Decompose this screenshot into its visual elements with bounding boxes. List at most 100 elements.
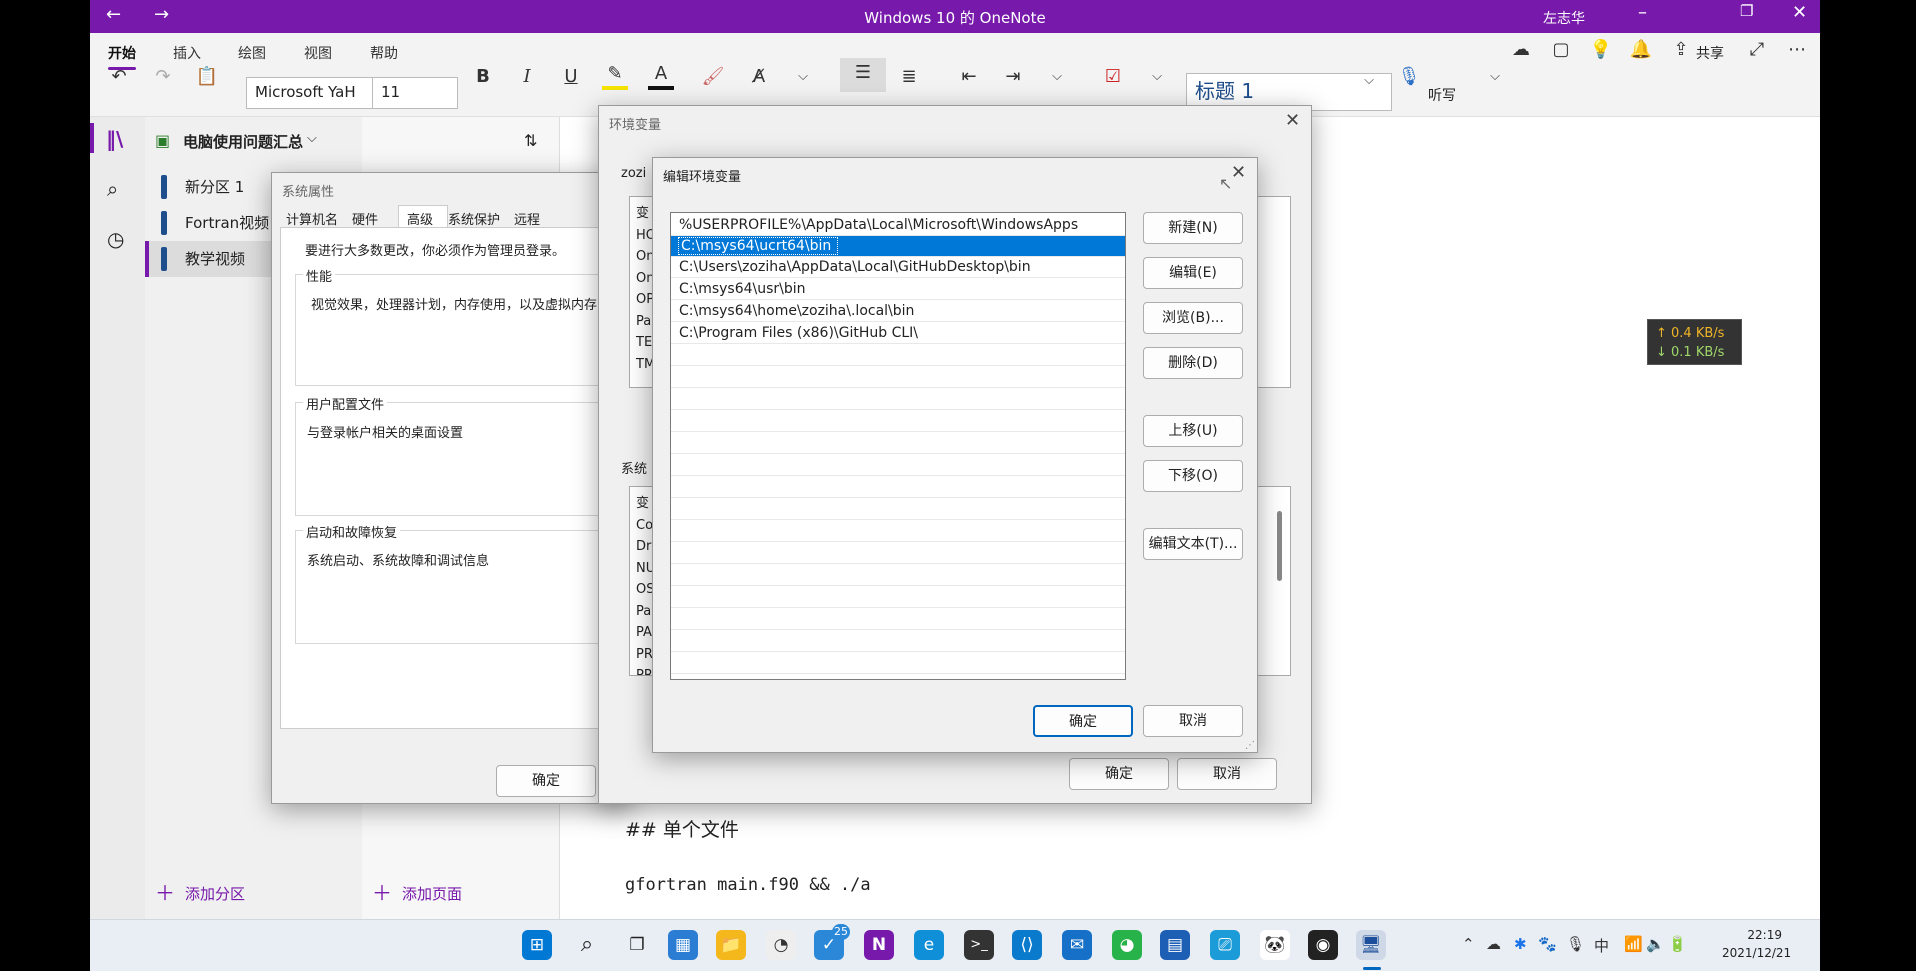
chevron-down-icon[interactable]: ⌵ bbox=[307, 131, 317, 146]
tab-hardware[interactable]: 硬件 bbox=[352, 209, 378, 228]
tab-view[interactable]: 视图 bbox=[304, 43, 332, 63]
close-window-icon[interactable]: ✕ bbox=[1792, 2, 1807, 23]
tray-app-icon[interactable]: ✱ bbox=[1514, 935, 1527, 953]
onedrive-icon[interactable]: ☁ bbox=[1486, 935, 1501, 953]
minimize-icon[interactable]: – bbox=[1638, 2, 1647, 23]
tab-computer-name[interactable]: 计算机名 bbox=[286, 209, 338, 228]
note-heading[interactable]: ## 单个文件 bbox=[625, 815, 739, 842]
chevron-down-icon[interactable]: ⌵ bbox=[1044, 62, 1070, 92]
ok-button[interactable]: 确定 bbox=[496, 765, 596, 797]
terminal-icon[interactable]: >_ bbox=[964, 930, 994, 960]
notebooks-icon[interactable]: ‖\ bbox=[106, 127, 123, 151]
notebook-name[interactable]: 电脑使用问题汇总 bbox=[183, 131, 303, 152]
list-item[interactable]: %USERPROFILE%\AppData\Local\Microsoft\Wi… bbox=[671, 215, 1125, 236]
redo-icon[interactable]: ↷ bbox=[150, 62, 176, 92]
add-section-button[interactable]: 添加分区 bbox=[185, 883, 245, 904]
lightbulb-icon[interactable]: 💡 bbox=[1588, 35, 1614, 65]
chevron-down-icon[interactable]: ⌵ bbox=[1144, 62, 1170, 92]
sort-icon[interactable]: ⇅ bbox=[524, 131, 537, 150]
move-up-button[interactable]: 上移(U) bbox=[1143, 415, 1243, 447]
file-explorer-icon[interactable]: 📁 bbox=[716, 930, 746, 960]
wechat-icon[interactable]: ◕ bbox=[1112, 930, 1142, 960]
close-icon[interactable]: ✕ bbox=[1231, 162, 1246, 183]
tab-insert[interactable]: 插入 bbox=[173, 43, 201, 63]
indent-icon[interactable]: ⇥ bbox=[1000, 62, 1026, 92]
system-settings-app-icon[interactable]: 🖥 bbox=[1356, 930, 1386, 960]
share-label[interactable]: 共享 bbox=[1696, 43, 1724, 63]
remote-desktop-icon[interactable]: ⎚ bbox=[1210, 930, 1240, 960]
tab-remote[interactable]: 远程 bbox=[514, 209, 540, 228]
move-down-button[interactable]: 下移(O) bbox=[1143, 460, 1243, 492]
clear-format-icon[interactable]: A̸ bbox=[746, 62, 772, 92]
font-name-field[interactable]: Microsoft YaH bbox=[246, 77, 384, 109]
list-item-selected[interactable]: C:\msys64\ucrt64\bin bbox=[671, 236, 1125, 257]
highlight-icon[interactable]: ✎ bbox=[602, 62, 628, 90]
cancel-button[interactable]: 取消 bbox=[1177, 758, 1277, 790]
list-item[interactable]: C:\Users\zoziha\AppData\Local\GitHubDesk… bbox=[671, 257, 1125, 278]
mail-icon[interactable]: ✉ bbox=[1062, 930, 1092, 960]
store-icon[interactable]: ▤ bbox=[1160, 930, 1190, 960]
close-icon[interactable]: ✕ bbox=[1285, 110, 1300, 131]
recent-clock-icon[interactable]: ◷ bbox=[107, 227, 124, 251]
delete-button[interactable]: 删除(D) bbox=[1143, 347, 1243, 379]
format-painter-icon[interactable]: 🖌 bbox=[700, 62, 726, 92]
sync-icon[interactable]: ☁ bbox=[1508, 35, 1534, 65]
note-code[interactable]: gfortran main.f90 && ./a bbox=[625, 875, 871, 895]
tab-draw[interactable]: 绘图 bbox=[238, 43, 266, 63]
add-page-icon[interactable]: ＋ bbox=[372, 877, 392, 906]
battery-icon[interactable]: 🔋 bbox=[1668, 935, 1687, 953]
chevron-down-icon[interactable]: ⌵ bbox=[790, 62, 816, 92]
volume-icon[interactable]: 🔈 bbox=[1646, 935, 1665, 953]
search-icon[interactable]: ⌕ bbox=[107, 177, 118, 201]
panda-app-icon[interactable]: 🐼 bbox=[1260, 930, 1290, 960]
path-list[interactable]: %USERPROFILE%\AppData\Local\Microsoft\Wi… bbox=[670, 212, 1126, 680]
widgets-icon[interactable]: ▦ bbox=[668, 930, 698, 960]
add-section-icon[interactable]: ＋ bbox=[155, 877, 175, 906]
obs-icon[interactable]: ◉ bbox=[1308, 930, 1338, 960]
cancel-button[interactable]: 取消 bbox=[1143, 705, 1243, 737]
list-item[interactable]: C:\msys64\home\zoziha\.local\bin bbox=[671, 301, 1125, 322]
tray-panda-icon[interactable]: 🐾 bbox=[1538, 935, 1557, 953]
bell-icon[interactable]: 🔔 bbox=[1628, 35, 1654, 65]
search-icon[interactable]: ⌕ bbox=[572, 930, 602, 960]
vscode-icon[interactable]: ⟨⟩ bbox=[1012, 930, 1042, 960]
resize-grip-icon[interactable]: ⋰ bbox=[1245, 740, 1255, 751]
clock[interactable]: 22:19 2021/12/21 bbox=[1722, 926, 1791, 962]
add-page-button[interactable]: 添加页面 bbox=[402, 883, 462, 904]
scrollbar-thumb[interactable] bbox=[1277, 511, 1282, 581]
list-item[interactable]: C:\Program Files (x86)\GitHub CLI\ bbox=[671, 323, 1125, 344]
chevron-down-icon[interactable]: ⌵ bbox=[1482, 62, 1508, 92]
italic-icon[interactable]: I bbox=[514, 62, 540, 92]
outdent-icon[interactable]: ⇤ bbox=[956, 62, 982, 92]
edit-button[interactable]: 编辑(E) bbox=[1143, 257, 1243, 289]
edge-browser-icon[interactable]: e bbox=[914, 930, 944, 960]
microphone-icon[interactable]: 🎙 bbox=[1396, 62, 1422, 92]
bold-icon[interactable]: B bbox=[470, 62, 496, 92]
dictate-label[interactable]: 听写 bbox=[1428, 85, 1456, 105]
numbered-list-icon[interactable]: ≣ bbox=[896, 62, 922, 92]
ok-button[interactable]: 确定 bbox=[1033, 705, 1133, 737]
ok-button[interactable]: 确定 bbox=[1069, 758, 1169, 790]
font-size-field[interactable]: 11 bbox=[372, 77, 458, 109]
bullet-list-icon[interactable]: ☰ bbox=[840, 58, 886, 92]
user-name[interactable]: 左志华 bbox=[1543, 8, 1585, 28]
microphone-icon[interactable]: 🎙 bbox=[1566, 935, 1585, 953]
start-windows-icon[interactable]: ⊞ bbox=[522, 930, 552, 960]
tab-system-protection[interactable]: 系统保护 bbox=[448, 209, 500, 228]
underline-icon[interactable]: U bbox=[558, 62, 584, 92]
share-icon[interactable]: ⇪ bbox=[1668, 35, 1694, 65]
undo-icon[interactable]: ↶ bbox=[106, 62, 132, 92]
edit-text-button[interactable]: 编辑文本(T)... bbox=[1143, 528, 1243, 560]
restore-icon[interactable]: ❐ bbox=[1740, 2, 1753, 20]
chevron-up-icon[interactable]: ⌃ bbox=[1462, 935, 1475, 953]
tab-help[interactable]: 帮助 bbox=[370, 43, 398, 63]
todo-tag-icon[interactable]: ☑ bbox=[1100, 62, 1126, 92]
more-icon[interactable]: ⋯ bbox=[1784, 35, 1810, 65]
notebook-pages-icon[interactable]: ▢ bbox=[1548, 35, 1574, 65]
clipboard-icon[interactable]: 📋 bbox=[194, 62, 220, 92]
ime-indicator[interactable]: 中 bbox=[1594, 935, 1609, 956]
browse-button[interactable]: 浏览(B)... bbox=[1143, 302, 1243, 334]
expand-icon[interactable]: ⤢ bbox=[1744, 35, 1770, 65]
wifi-icon[interactable]: 📶 bbox=[1624, 935, 1643, 953]
task-view-icon[interactable]: ❐ bbox=[622, 930, 652, 960]
